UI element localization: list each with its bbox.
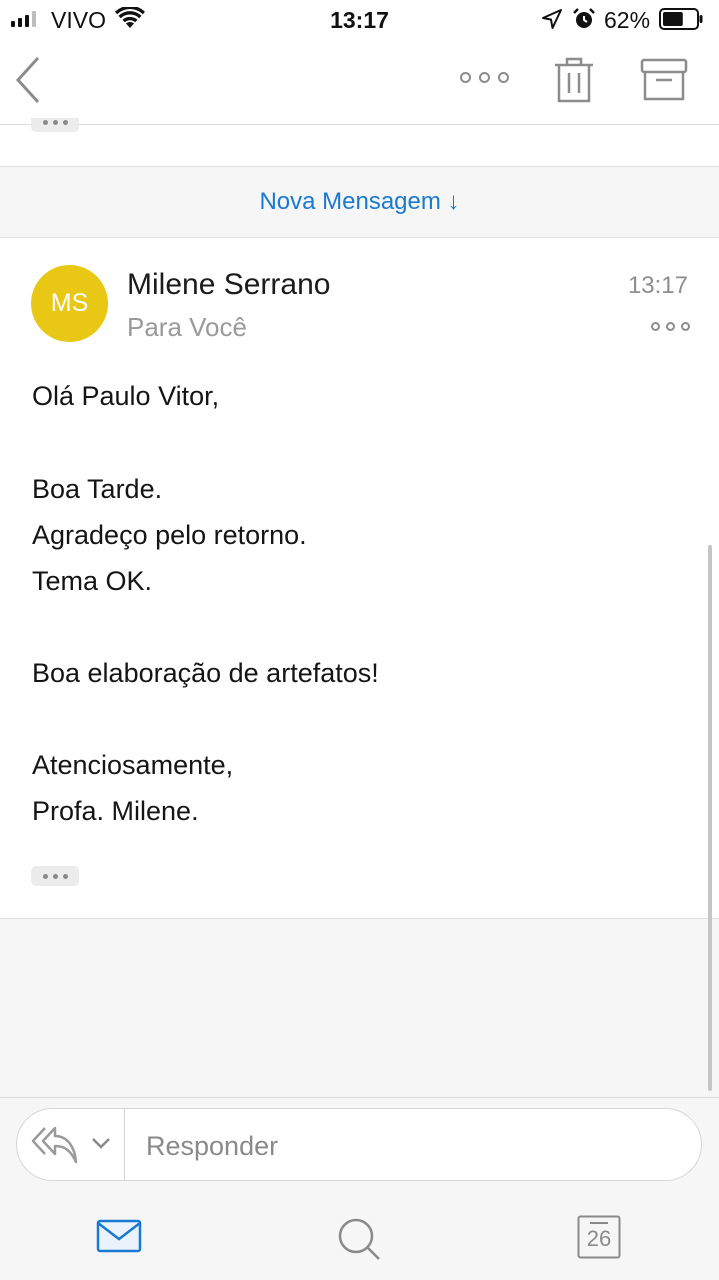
- message-more-icon[interactable]: [651, 322, 690, 331]
- nav-bar: [0, 40, 719, 125]
- alarm-icon: [573, 8, 595, 28]
- battery-icon: [659, 8, 703, 30]
- new-message-label[interactable]: Nova Mensagem ↓: [0, 188, 719, 216]
- location-arrow-icon: [542, 9, 562, 29]
- message-time: 13:17: [627, 272, 688, 299]
- avatar[interactable]: MS: [31, 265, 108, 342]
- chevron-left-icon[interactable]: [14, 56, 44, 104]
- reply-all-icon[interactable]: [31, 1124, 79, 1166]
- new-message-banner[interactable]: Nova Mensagem ↓: [0, 166, 719, 238]
- more-horizontal-icon[interactable]: [460, 72, 509, 83]
- divider: [124, 1109, 125, 1180]
- battery-percent: 62%: [604, 7, 651, 33]
- reply-input[interactable]: Responder: [146, 1130, 278, 1162]
- body-line: Olá Paulo Vitor,: [32, 381, 220, 411]
- status-bar: VIVO 13:17 62%: [0, 0, 719, 40]
- divider: [0, 1097, 719, 1098]
- body-line: Boa Tarde.: [32, 474, 163, 504]
- body-line: Atenciosamente,: [32, 750, 234, 780]
- body-line: Agradeço pelo retorno.: [32, 520, 307, 550]
- recipient-line[interactable]: Para Você: [127, 311, 247, 343]
- body-line: Boa elaboração de artefatos!: [32, 658, 379, 688]
- show-quoted-text-button[interactable]: [31, 866, 79, 886]
- reply-bar[interactable]: [16, 1108, 702, 1181]
- previous-message-more[interactable]: [31, 118, 79, 132]
- mail-icon[interactable]: [96, 1219, 142, 1253]
- body-line: Profa. Milene.: [32, 796, 199, 826]
- scrollbar[interactable]: [708, 545, 712, 1091]
- chevron-down-icon[interactable]: [91, 1137, 111, 1149]
- calendar-day[interactable]: 26: [577, 1226, 621, 1252]
- search-icon[interactable]: [337, 1217, 381, 1261]
- sender-name[interactable]: Milene Serrano: [127, 267, 330, 303]
- trash-icon[interactable]: [553, 56, 595, 104]
- body-line: Tema OK.: [32, 566, 153, 596]
- archive-icon[interactable]: [640, 58, 688, 102]
- ellipsis-icon: [31, 118, 79, 132]
